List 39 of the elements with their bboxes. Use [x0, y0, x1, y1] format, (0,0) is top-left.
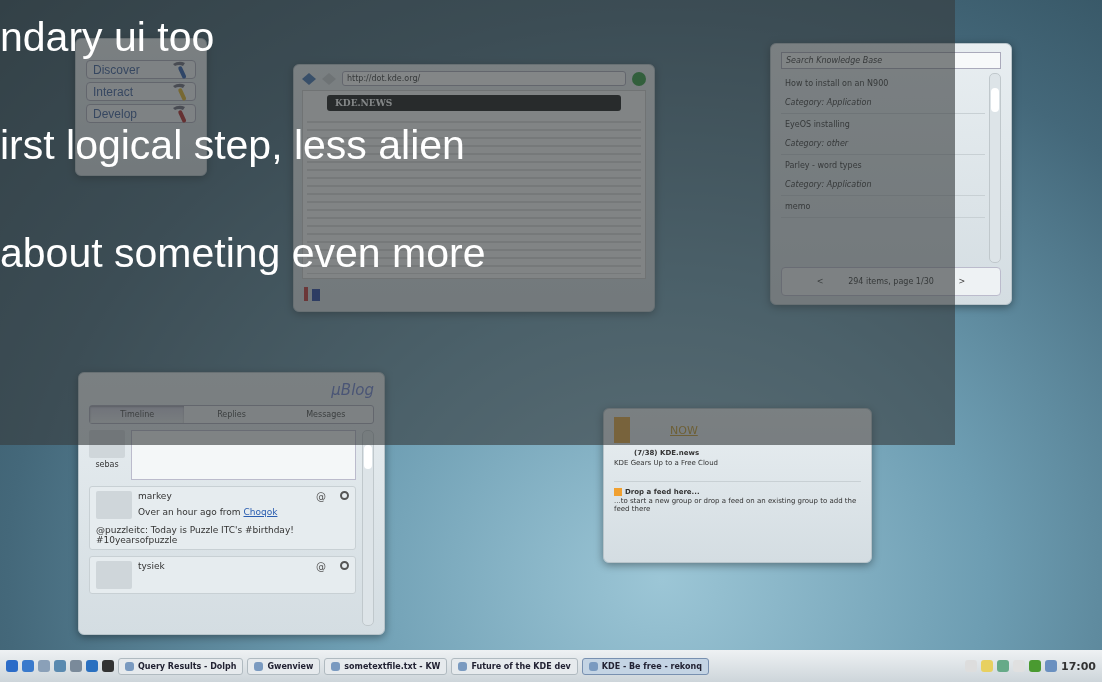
retweet-icon[interactable] — [340, 491, 349, 500]
source-link[interactable]: Choqok — [243, 507, 278, 517]
caption-text: ndary ui too — [0, 17, 215, 57]
page-status: 294 items, page 1/30 — [848, 277, 934, 286]
task-button[interactable]: KDE - Be free - rekonq — [581, 657, 709, 675]
back-icon[interactable] — [302, 72, 316, 85]
username: sebas — [95, 460, 119, 469]
news-title: NOW — [670, 423, 698, 437]
post-meta: Over an hour ago from Choqok — [138, 507, 279, 517]
hammer-icon — [171, 103, 189, 124]
site-header: KDE.NEWS — [327, 95, 621, 111]
post-author: tysiek — [138, 561, 166, 571]
bookmark-icon[interactable] — [302, 285, 322, 303]
clock[interactable]: 17:00 — [1061, 659, 1096, 673]
reload-icon[interactable] — [632, 71, 646, 86]
post-text: @puzzleitc: Today is Puzzle ITC's #birthday! #10yearsofpuzzle — [96, 525, 295, 545]
caption-text: about someting even more — [0, 233, 486, 273]
feed-icon — [614, 488, 622, 496]
retweet-icon[interactable] — [340, 561, 349, 570]
task-button[interactable]: Gwenview — [247, 657, 321, 675]
post-input-field[interactable] — [131, 430, 356, 480]
hammer-icon — [171, 81, 189, 102]
task-button[interactable]: Future of the KDE dev — [451, 657, 578, 675]
hammer-icon — [171, 59, 189, 80]
scrollbar[interactable] — [362, 430, 374, 626]
scrollbar[interactable] — [989, 73, 1001, 263]
avatar-image — [89, 430, 125, 458]
reply-button[interactable]: @ — [316, 491, 326, 502]
knowledge-item[interactable]: How to install on an N900 Category: Application — [781, 73, 985, 114]
task-button[interactable]: sometextfile.txt - KW — [324, 657, 448, 675]
reply-button[interactable]: @ — [316, 561, 326, 572]
next-page-button[interactable]: > — [933, 273, 990, 290]
news-icon — [614, 417, 630, 443]
post-author: markey — [138, 491, 173, 501]
caption-text: irst logical step, less alien — [0, 125, 465, 165]
url-field[interactable]: http://dot.kde.org/ — [342, 71, 626, 86]
knowledge-item[interactable]: EyeOS installing Category: other — [781, 114, 985, 155]
task-button[interactable]: Query Results - Dolph — [118, 657, 244, 675]
search-field[interactable]: Search Knowledge Base — [781, 52, 1001, 69]
